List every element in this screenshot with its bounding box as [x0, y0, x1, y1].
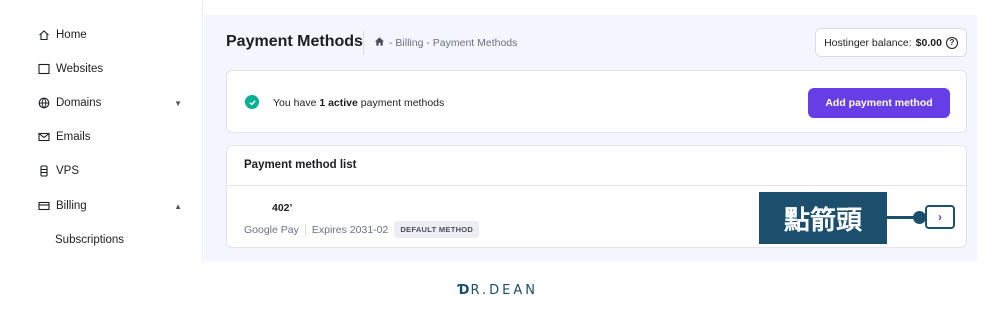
sidebar-item-websites[interactable]: Websites — [38, 59, 188, 79]
active-methods-text: You have 1 active payment methods — [273, 97, 444, 109]
card-meta: Google Pay Expires 2031-02 DEFAULT METHO… — [244, 221, 480, 238]
annotation-label: 點箭頭 — [759, 192, 887, 244]
check-circle-icon — [245, 95, 259, 109]
billing-icon — [38, 200, 50, 212]
balance-box: Hostinger balance: $0.00 ? — [815, 28, 967, 57]
title-divider — [363, 31, 364, 55]
sidebar-item-label: Websites — [56, 63, 104, 75]
logo-text: R.DEAN — [470, 283, 538, 298]
sidebar-subitem-subscriptions[interactable]: Subscriptions — [55, 234, 124, 246]
chevron-right-icon[interactable]: › — [925, 205, 955, 229]
sidebar-item-label: VPS — [56, 165, 80, 177]
sidebar-item-vps[interactable]: VPS — [38, 161, 188, 181]
active-methods-card: You have 1 active payment methods Add pa… — [226, 70, 967, 133]
balance-label: Hostinger balance: — [824, 36, 912, 49]
default-method-badge: DEFAULT METHOD — [394, 221, 480, 238]
globe-icon — [38, 97, 50, 109]
home-icon — [38, 29, 50, 41]
sidebar-item-label: Billing — [56, 200, 87, 212]
sidebar-item-label: Emails — [56, 131, 91, 143]
sidebar-item-emails[interactable]: Emails — [38, 127, 188, 147]
main-content: Payment Methods - Billing - Payment Meth… — [204, 15, 977, 261]
card-expiry: Expires 2031-02 — [311, 223, 389, 236]
card-provider: Google Pay — [244, 223, 299, 236]
add-payment-method-button[interactable]: Add payment method — [808, 88, 950, 118]
breadcrumb-path[interactable]: - Billing - Payment Methods — [389, 37, 517, 49]
meta-divider — [304, 223, 306, 236]
browser-icon — [38, 63, 50, 75]
home-icon[interactable] — [374, 36, 385, 50]
sidebar: Home Websites Domains ▼ Emails VPS Billi… — [0, 0, 203, 262]
breadcrumb: - Billing - Payment Methods — [374, 36, 517, 50]
sidebar-item-label: Domains — [56, 97, 102, 109]
chevron-up-icon[interactable]: ▲ — [174, 202, 182, 211]
active-suffix: payment methods — [360, 97, 445, 109]
server-icon — [38, 165, 50, 177]
logo-mark-icon: Ɗ — [458, 283, 471, 298]
list-title: Payment method list — [244, 159, 357, 171]
sidebar-item-domains[interactable]: Domains ▼ — [38, 93, 188, 113]
help-icon[interactable]: ? — [945, 36, 958, 49]
active-prefix: You have — [273, 97, 317, 109]
sidebar-item-billing[interactable]: Billing ▲ — [38, 196, 188, 216]
payment-method-list: Payment method list 402’ Google Pay Expi… — [226, 145, 967, 248]
chevron-down-icon[interactable]: ▼ — [174, 99, 182, 108]
active-count: 1 active — [319, 97, 358, 109]
mail-icon — [38, 131, 50, 143]
card-number: 402’ — [272, 202, 293, 214]
balance-value: $0.00 — [915, 36, 942, 49]
page-title: Payment Methods — [226, 33, 363, 50]
brand-logo: Ɗ R.DEAN — [458, 283, 538, 298]
list-header: Payment method list — [227, 146, 966, 186]
sidebar-item-home[interactable]: Home — [38, 25, 188, 45]
sidebar-item-label: Home — [56, 29, 87, 41]
